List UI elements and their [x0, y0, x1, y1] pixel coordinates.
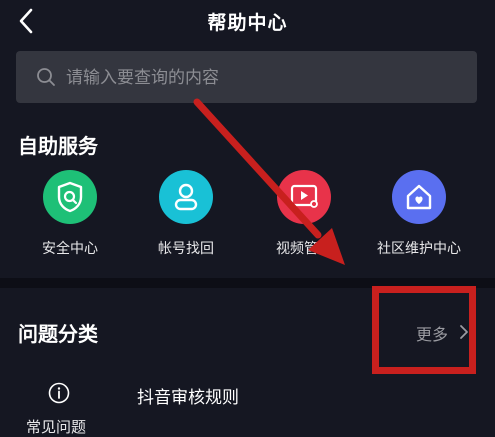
chevron-right-icon[interactable] — [458, 323, 470, 341]
header-bar: 帮助中心 — [0, 0, 495, 44]
search-input[interactable] — [64, 61, 468, 95]
shield-search-icon — [43, 170, 97, 224]
self-service-title: 自助服务 — [18, 134, 98, 158]
user-icon — [159, 170, 213, 224]
service-label: 视频管理 — [276, 241, 332, 257]
more-link[interactable]: 更多 — [416, 321, 448, 345]
video-settings-icon — [277, 170, 331, 224]
page-title: 帮助中心 — [207, 12, 288, 34]
service-video-management[interactable]: 视频管理 — [249, 170, 359, 258]
service-label: 安全中心 — [42, 241, 98, 257]
self-service-grid: 安全中心 帐号找回 视频管理 社区维护中心 — [0, 170, 495, 270]
service-label: 社区维护中心 — [377, 241, 461, 257]
search-icon — [37, 68, 55, 86]
section-divider — [0, 278, 495, 288]
search-bar[interactable] — [16, 51, 477, 103]
faq-category-label[interactable]: 常见问题 — [26, 416, 86, 437]
service-security-center[interactable]: 安全中心 — [15, 170, 125, 258]
categories-title: 问题分类 — [18, 322, 98, 346]
info-circle-icon — [48, 382, 70, 404]
faq-item[interactable]: 抖音审核规则 — [137, 383, 239, 408]
service-community-center[interactable]: 社区维护中心 — [364, 170, 474, 258]
home-heart-icon — [392, 170, 446, 224]
service-label: 帐号找回 — [158, 241, 214, 257]
service-account-recovery[interactable]: 帐号找回 — [131, 170, 241, 258]
